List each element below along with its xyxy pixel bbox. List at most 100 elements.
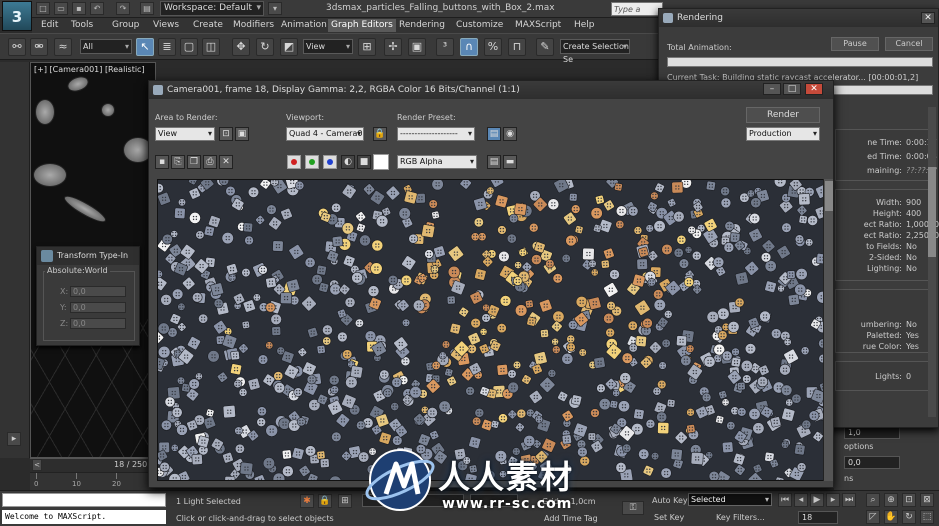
maximize-icon[interactable]: □ (783, 83, 801, 95)
monochrome-icon[interactable]: ■ (357, 155, 371, 169)
scrollbar-thumb[interactable] (928, 167, 936, 257)
print-image-icon[interactable]: ⎙ (203, 155, 217, 169)
color-swatch[interactable] (373, 154, 389, 170)
previous-frame-icon[interactable]: ◂ (794, 493, 808, 507)
named-selection-set-dropdown[interactable]: Create Selection Se (560, 39, 630, 64)
field-of-view-icon[interactable]: ◸ (866, 510, 880, 524)
slider-left-icon[interactable]: < (32, 459, 42, 471)
link-icon[interactable]: ⚯ (8, 38, 26, 56)
menu-help[interactable]: Help (571, 19, 598, 32)
menu-modifiers[interactable]: Modifiers (230, 19, 277, 32)
save-image-icon[interactable]: ▪ (155, 155, 169, 169)
reference-coordinate-dropdown[interactable]: View (303, 39, 353, 54)
command-spinner-3[interactable]: 0,0 (844, 456, 900, 469)
viewport-dropdown[interactable]: Quad 4 - Camera0 (286, 127, 364, 141)
keyboard-shortcut-override-icon[interactable]: ▣ (408, 38, 426, 56)
zoom-all-icon[interactable]: ⊕ (884, 493, 898, 507)
time-slider[interactable]: < 18 / 250 (30, 458, 150, 472)
window-crossing-icon[interactable]: ◫ (202, 38, 220, 56)
area-to-render-dropdown[interactable]: View (155, 127, 215, 141)
redo-icon[interactable]: ↷ (116, 2, 130, 15)
menu-animation[interactable]: Animation (278, 19, 330, 32)
undo-icon[interactable]: ↶ (90, 2, 104, 15)
workspace-settings-icon[interactable]: ▾ (268, 2, 282, 15)
render-window-title[interactable]: Camera001, frame 18, Display Gamma: 2,2,… (149, 81, 833, 99)
clear-icon[interactable]: ✕ (219, 155, 233, 169)
z-spinner[interactable]: 0,0 (70, 318, 126, 329)
zoom-extents-all-icon[interactable]: ⊠ (920, 493, 934, 507)
minimize-icon[interactable]: – (763, 83, 781, 95)
menu-maxscript[interactable]: MAXScript (512, 19, 564, 32)
select-object-icon[interactable]: ↖ (136, 38, 154, 56)
cancel-button[interactable]: Cancel (885, 37, 933, 51)
spinner-snap-icon[interactable]: ⊓ (508, 38, 526, 56)
key-filters-button[interactable]: Key Filters... (716, 513, 765, 522)
pause-button[interactable]: Pause (831, 37, 879, 51)
render-setup-icon[interactable]: ▤ (487, 127, 501, 141)
auto-key-selection-dropdown[interactable]: Selected (688, 493, 772, 506)
open-file-icon[interactable]: ▭ (54, 2, 68, 15)
absolute-mode-icon[interactable]: ⊞ (338, 494, 352, 508)
menu-views[interactable]: Views (150, 19, 182, 32)
select-manipulate-icon[interactable]: ✢ (384, 38, 402, 56)
isolate-selection-icon[interactable]: ✱ (300, 494, 314, 508)
production-mode-dropdown[interactable]: Production (746, 127, 820, 141)
next-frame-icon[interactable]: ▸ (826, 493, 840, 507)
bind-space-warp-icon[interactable]: ≈ (54, 38, 72, 56)
maxscript-input-line[interactable]: Welcome to MAXScript. (2, 510, 166, 524)
menu-customize[interactable]: Customize (453, 19, 506, 32)
toggle-ui-overlays-icon[interactable]: ▤ (487, 155, 501, 169)
red-channel-toggle[interactable] (287, 155, 301, 169)
new-file-icon[interactable]: □ (36, 2, 50, 15)
blue-channel-toggle[interactable] (323, 155, 337, 169)
app-logo-icon[interactable]: 3 (2, 1, 32, 31)
render-button[interactable]: Render (746, 107, 820, 123)
copy-image-icon[interactable]: ⎘ (171, 155, 185, 169)
close-icon[interactable]: ✕ (921, 12, 935, 24)
unlink-icon[interactable]: ⚮ (30, 38, 48, 56)
render-preset-dropdown[interactable]: -------------------- (397, 127, 475, 141)
maximize-viewport-icon[interactable]: ⬚ (920, 510, 934, 524)
pan-icon[interactable]: ✋ (884, 510, 898, 524)
menu-rendering[interactable]: Rendering (396, 19, 448, 32)
x-spinner[interactable]: 0,0 (70, 286, 126, 297)
render-window-scrollbar[interactable] (823, 179, 833, 481)
menu-graph-editors[interactable]: Graph Editors (328, 19, 396, 32)
display-channel-dropdown[interactable]: RGB Alpha (397, 155, 477, 169)
zoom-icon[interactable]: ⌕ (866, 493, 880, 507)
go-to-end-icon[interactable]: ⏭ (842, 493, 856, 507)
selection-lock-icon[interactable]: 🔒 (318, 494, 332, 508)
environment-effects-icon[interactable]: ◉ (503, 127, 517, 141)
snaps-toggle-icon[interactable]: ³ (436, 38, 454, 56)
project-folder-icon[interactable]: ▤ (140, 2, 154, 15)
auto-region-icon[interactable]: ▣ (235, 127, 249, 141)
orbit-icon[interactable]: ↻ (902, 510, 916, 524)
y-spinner[interactable]: 0,0 (70, 302, 126, 313)
alpha-channel-icon[interactable]: ◐ (341, 155, 355, 169)
selection-filter-dropdown[interactable]: All (80, 39, 132, 54)
go-to-start-icon[interactable]: ⏮ (778, 493, 792, 507)
current-frame-field[interactable]: 18 (798, 511, 838, 524)
percent-snap-icon[interactable]: % (484, 38, 502, 56)
move-icon[interactable]: ✥ (232, 38, 250, 56)
toggle-ui-icon[interactable]: ▬ (503, 155, 517, 169)
menu-group[interactable]: Group (109, 19, 142, 32)
play-maximize-icon[interactable]: ▸ (7, 432, 21, 446)
search-input[interactable]: Type a keyword (611, 2, 663, 28)
menu-edit[interactable]: Edit (38, 19, 61, 32)
play-icon[interactable]: ▶ (810, 493, 824, 507)
green-channel-toggle[interactable] (305, 155, 319, 169)
transform-type-in-title[interactable]: Transform Type-In (37, 247, 139, 265)
lock-viewport-icon[interactable]: 🔒 (373, 127, 387, 141)
track-bar[interactable]: 0 10 20 (30, 472, 150, 490)
clone-window-icon[interactable]: ❐ (187, 155, 201, 169)
menu-create[interactable]: Create (190, 19, 226, 32)
scale-icon[interactable]: ◩ (280, 38, 298, 56)
maxscript-output-line[interactable] (2, 493, 166, 507)
rectangle-selection-icon[interactable]: ▢ (180, 38, 198, 56)
edit-named-selection-icon[interactable]: ✎ (536, 38, 554, 56)
workspace-dropdown[interactable]: Workspace: Default (160, 1, 264, 16)
rendering-dialog-scrollbar[interactable] (928, 107, 936, 417)
rotate-icon[interactable]: ↻ (256, 38, 274, 56)
rendering-dialog-title[interactable]: Rendering ✕ (659, 9, 938, 27)
